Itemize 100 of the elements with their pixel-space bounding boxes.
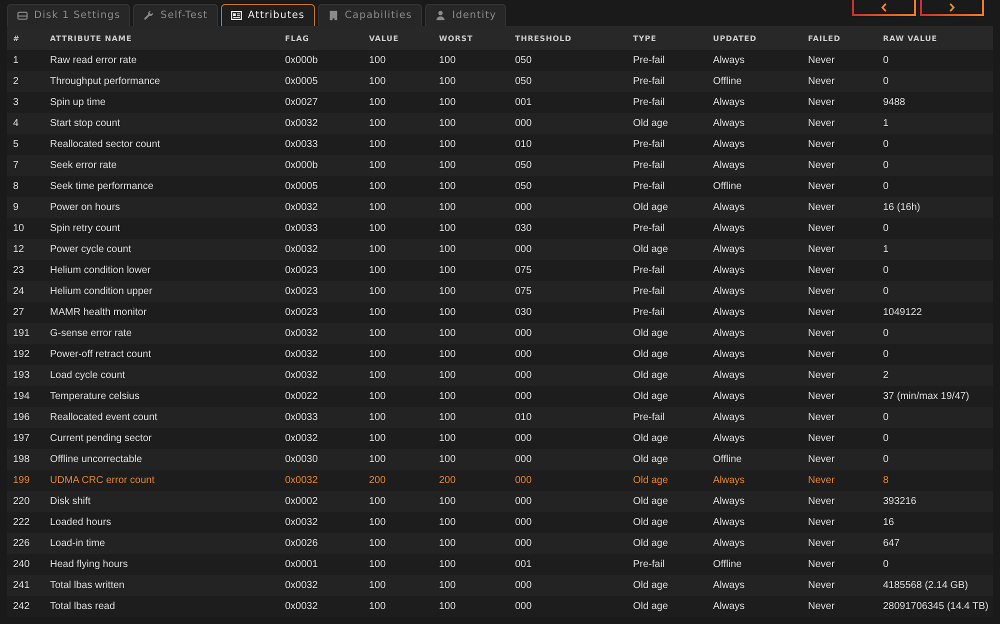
table-cell-text: 010 — [514, 139, 532, 150]
table-cell-text: Always — [712, 55, 745, 66]
table-cell-text: 0 — [882, 55, 889, 66]
table-cell-text: Always — [712, 433, 745, 444]
table-cell-text: Old age — [632, 391, 668, 402]
table-cell-text: Load-in time — [49, 538, 106, 549]
table-cell-text: Spin up time — [49, 97, 106, 108]
table-cell-text: Always — [712, 307, 745, 318]
table-cell-text: 16 (16h) — [882, 202, 920, 213]
table-cell-text: Pre-fail — [632, 307, 665, 318]
table-cell-text: 198 — [12, 454, 30, 465]
table-cell-text: 0 — [882, 433, 889, 444]
table-cell-text: Never — [807, 307, 835, 318]
table-cell-text: 100 — [438, 580, 456, 591]
table-cell-text: 0x0001 — [284, 559, 318, 570]
table-cell-text: Never — [807, 286, 835, 297]
table-cell-text: 100 — [368, 97, 386, 108]
table-cell-text: 37 (min/max 19/47) — [882, 391, 970, 402]
table-cell-text: Head flying hours — [49, 559, 128, 570]
table-cell-text: 000 — [514, 454, 532, 465]
table-cell-text: 075 — [514, 286, 532, 297]
table-cell-text: Old age — [632, 328, 668, 339]
table-cell-text: Seek error rate — [49, 160, 117, 171]
table-cell-text: 0x0032 — [284, 370, 318, 381]
table-cell-text: 100 — [438, 433, 456, 444]
table-cell-text: 100 — [438, 328, 456, 339]
table-cell-text: 12 — [12, 244, 24, 255]
tab[interactable]: Identity — [425, 4, 506, 26]
table-cell-text: Offline — [712, 454, 742, 465]
table-cell-text: Always — [712, 391, 745, 402]
table-cell-text: 24 — [12, 286, 24, 297]
table-cell-text: Reallocated event count — [49, 412, 158, 423]
table-cell-text: Power on hours — [49, 202, 120, 213]
table-cell-text: 000 — [514, 517, 532, 528]
table-cell-text: 100 — [368, 517, 386, 528]
table-cell-text: 0 — [882, 139, 889, 150]
table-cell-text: 050 — [514, 181, 532, 192]
table-cell-text: 100 — [368, 286, 386, 297]
table-cell-text: 1 — [882, 118, 889, 129]
table-cell-text: Helium condition upper — [49, 286, 152, 297]
table-cell-text: Loaded hours — [49, 517, 112, 528]
table-cell-text: 240 — [12, 559, 30, 570]
table-cell-text: 0x0032 — [284, 328, 318, 339]
table-cell-text: 100 — [438, 538, 456, 549]
table-cell-text: Never — [807, 559, 835, 570]
table-cell-text: 100 — [368, 160, 386, 171]
tab[interactable]: Capabilities — [318, 4, 422, 26]
table-cell-text: 0x0032 — [284, 349, 318, 360]
next-button[interactable] — [920, 0, 984, 16]
table-cell-text: 0 — [882, 412, 889, 423]
table-cell-text: 000 — [514, 328, 532, 339]
table-cell-text: Never — [807, 496, 835, 507]
previous-button[interactable] — [852, 0, 916, 16]
table-cell-text: 0x0030 — [284, 454, 318, 465]
table-cell-text: 0x0032 — [284, 601, 318, 612]
table-cell-text: 050 — [514, 55, 532, 66]
table-cell-text: 393216 — [882, 496, 916, 507]
table-cell-text: 100 — [438, 496, 456, 507]
table-cell-text: Never — [807, 97, 835, 108]
table-cell-text: Seek time performance — [49, 181, 154, 192]
table-cell-text: 7 — [12, 160, 19, 171]
table-cell-text: Never — [807, 160, 835, 171]
tab[interactable]: Disk 1 Settings — [7, 4, 130, 26]
table-cell-text: Never — [807, 580, 835, 591]
chevron-left-icon — [881, 2, 887, 12]
table-cell-text: 0 — [882, 454, 889, 465]
table-cell-text: 4185568 (2.14 GB) — [882, 580, 968, 591]
table-cell-text: 226 — [12, 538, 30, 549]
table-cell-text: Always — [712, 580, 745, 591]
table-cell-text: 100 — [368, 496, 386, 507]
tab[interactable]: Attributes — [220, 4, 315, 26]
table-cell-text: Pre-fail — [632, 412, 665, 423]
table-cell-text: 100 — [368, 139, 386, 150]
table-cell-text: 100 — [438, 244, 456, 255]
table-cell-text: 000 — [514, 475, 532, 486]
table-cell-text: 000 — [514, 118, 532, 129]
table-cell-text: Old age — [632, 244, 668, 255]
id-card-icon — [230, 10, 242, 21]
table-cell-text: 100 — [368, 601, 386, 612]
table-cell-text: 100 — [368, 454, 386, 465]
table-cell-text: 100 — [368, 181, 386, 192]
table-cell-text: 000 — [514, 391, 532, 402]
table-cell-text: Never — [807, 202, 835, 213]
table-cell-text: 241 — [12, 580, 30, 591]
table-cell-text: 4 — [12, 118, 19, 129]
table-cell-text: Old age — [632, 496, 668, 507]
table-cell-text: 197 — [12, 433, 30, 444]
table-cell-text: Power-off retract count — [49, 349, 151, 360]
table-cell-text: Pre-fail — [632, 97, 665, 108]
table-cell-text: 0 — [882, 223, 889, 234]
table-cell-text: G-sense error rate — [49, 328, 132, 339]
table-cell-text: Old age — [632, 370, 668, 381]
tab[interactable]: Self-Test — [133, 4, 218, 26]
table-cell-text: 100 — [438, 601, 456, 612]
table-cell-text: 9 — [12, 202, 19, 213]
table-cell-text: Pre-fail — [632, 559, 665, 570]
table-cell-text: Always — [712, 202, 745, 213]
table-cell-text: 1 — [12, 55, 19, 66]
table-cell-text: 100 — [368, 433, 386, 444]
table-cell-text: Load cycle count — [49, 370, 126, 381]
